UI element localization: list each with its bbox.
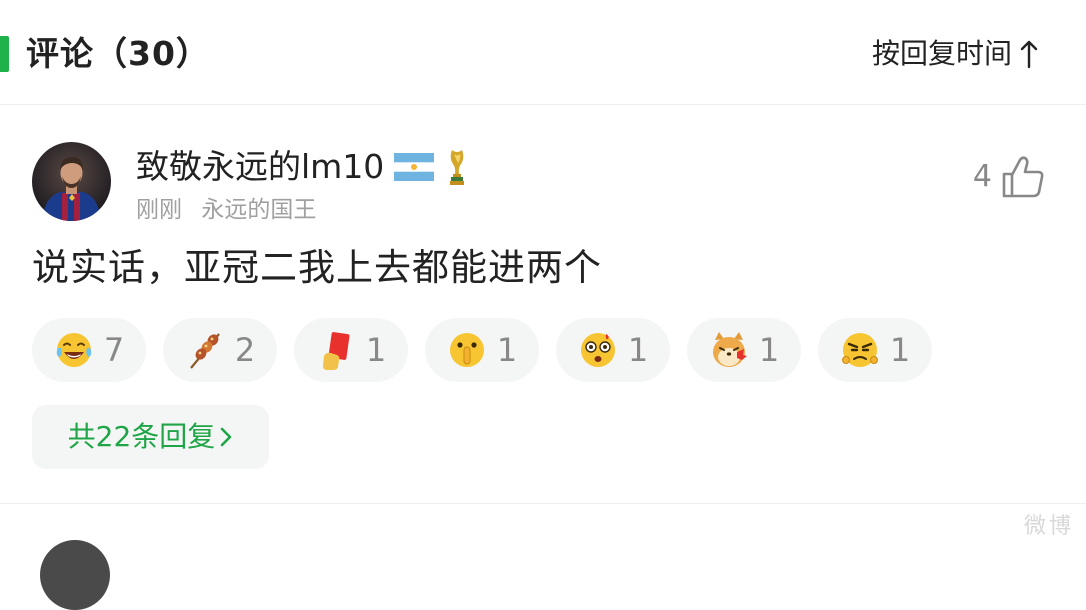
shush-emoji-icon [449, 333, 484, 367]
reaction-count: 1 [758, 331, 780, 369]
avatar[interactable] [32, 142, 111, 221]
reaction-count: 1 [889, 331, 911, 369]
reaction-laughing-tears[interactable]: 7 [32, 318, 146, 382]
like-count: 4 [972, 159, 992, 194]
comment-time: 刚刚 [136, 197, 182, 223]
section-accent-bar [0, 36, 9, 72]
like-button[interactable]: 4 [973, 155, 1046, 199]
reactions-row: 7 2 1 1 1 1 1 [32, 318, 949, 382]
sort-by-reply-time-button[interactable]: 按回复时间 [872, 36, 1038, 72]
reaction-count: 1 [627, 331, 649, 369]
world-cup-trophy-icon [450, 150, 465, 185]
username[interactable]: 致敬永远的lm10 [136, 146, 384, 188]
comments-title: 评论（30） [26, 34, 210, 73]
user-tag: 永远的国王 [201, 197, 317, 223]
reaction-red-card[interactable]: 1 [294, 318, 408, 382]
reaction-dizzy[interactable]: 1 [556, 318, 670, 382]
reaction-shush[interactable]: 1 [425, 318, 539, 382]
view-replies-button[interactable]: 共22条回复 [32, 405, 269, 469]
reaction-shiba-slap[interactable]: 1 [687, 318, 801, 382]
comment-meta: 刚刚 永远的国王 [136, 196, 316, 224]
reaction-meat-skewer[interactable]: 2 [163, 318, 277, 382]
reaction-count: 7 [103, 331, 125, 369]
comment-text: 说实话，亚冠二我上去都能进两个 [32, 246, 602, 289]
thumbs-up-icon [1002, 156, 1044, 198]
replies-label: 共22条回复 [67, 420, 216, 453]
annoyed-emoji-icon [841, 333, 878, 367]
reaction-count: 2 [234, 331, 256, 369]
sort-label: 按回复时间 [871, 37, 1012, 70]
reaction-count: 1 [365, 331, 387, 369]
chevron-right-icon [221, 427, 232, 447]
watermark: 微博 [1023, 514, 1074, 539]
comments-header: 评论（30） 按回复时间 [0, 0, 1086, 105]
user-info: 致敬永远的lm10 [136, 146, 468, 188]
arrow-up-icon [1020, 40, 1038, 69]
reaction-count: 1 [496, 331, 518, 369]
dizzy-emoji-icon [580, 333, 615, 367]
laughing-tears-emoji-icon [56, 333, 92, 367]
comment-divider [0, 503, 1086, 504]
argentina-flag-icon [394, 153, 435, 181]
meat-skewer-icon [189, 333, 220, 369]
next-comment-avatar[interactable] [40, 540, 110, 610]
shiba-dog-slap-icon [712, 332, 747, 367]
reaction-annoyed[interactable]: 1 [818, 318, 932, 382]
red-card-icon [322, 332, 350, 370]
